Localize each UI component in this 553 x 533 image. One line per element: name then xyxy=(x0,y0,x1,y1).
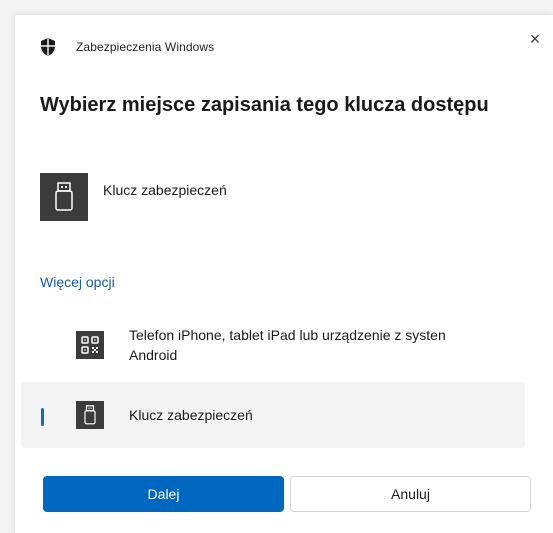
windows-security-shield-icon xyxy=(40,38,56,56)
usb-key-icon xyxy=(76,401,104,429)
selected-device: Klucz zabezpieczeń xyxy=(40,173,227,221)
selection-indicator xyxy=(41,408,44,426)
option-phone-tablet-label: Telefon iPhone, tablet iPad lub urządzen… xyxy=(129,325,525,365)
more-options-link[interactable]: Więcej opcji xyxy=(40,274,115,290)
dialog-title: Wybierz miejsce zapisania tego klucza do… xyxy=(40,94,489,116)
option-security-key-label: Klucz zabezpieczeń xyxy=(129,407,253,423)
dialog-header: Zabezpieczenia Windows xyxy=(40,37,214,57)
next-button[interactable]: Dalej xyxy=(43,476,284,512)
cancel-button[interactable]: Anuluj xyxy=(290,476,531,512)
selected-device-label: Klucz zabezpieczeń xyxy=(103,182,227,198)
option-phone-tablet[interactable]: Telefon iPhone, tablet iPad lub urządzen… xyxy=(21,317,525,373)
qr-code-icon xyxy=(76,331,104,359)
option-phone-tablet-line2: Android xyxy=(129,347,178,363)
passkey-dialog: Zabezpieczenia Windows × Wybierz miejsce… xyxy=(14,14,553,533)
close-button[interactable]: × xyxy=(523,27,547,51)
option-phone-tablet-line1: Telefon iPhone, tablet iPad lub urządzen… xyxy=(129,327,446,343)
app-title: Zabezpieczenia Windows xyxy=(76,40,215,54)
option-security-key[interactable]: Klucz zabezpieczeń xyxy=(21,382,525,448)
usb-key-icon xyxy=(40,173,88,221)
